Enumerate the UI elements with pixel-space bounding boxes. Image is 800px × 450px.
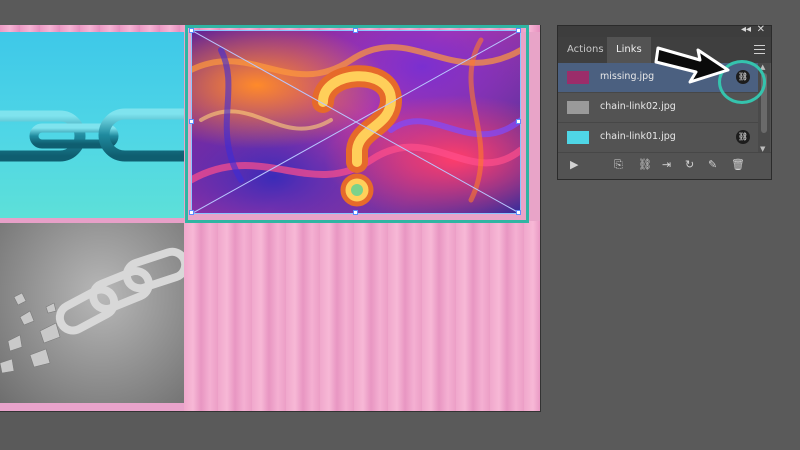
link-thumbnail (567, 101, 589, 114)
resize-handle-top-left[interactable] (189, 28, 194, 33)
chain-link02-image[interactable] (0, 223, 184, 403)
pink-background-image (184, 221, 540, 411)
panel-title-bar[interactable]: ◂◂ ✕ (558, 24, 771, 37)
tab-actions[interactable]: Actions (558, 37, 613, 63)
bounding-box[interactable] (191, 30, 521, 214)
relink-from-cc-icon[interactable]: ⎘ (614, 159, 623, 171)
link-thumbnail (567, 71, 589, 84)
play-icon[interactable]: ▶ (570, 159, 578, 171)
update-link-icon[interactable]: ↻ (685, 159, 694, 171)
resize-handle-bottom-left[interactable] (189, 210, 194, 215)
link-filename: missing.jpg (600, 71, 655, 82)
panel-menu-icon[interactable] (754, 45, 765, 57)
link-filename: chain-link01.jpg (600, 131, 676, 142)
resize-handle-right[interactable] (516, 119, 521, 124)
link-filename: chain-link02.jpg (600, 101, 676, 112)
go-to-link-icon[interactable]: ⇥ (662, 159, 671, 171)
link-thumbnail (567, 131, 589, 144)
tab-links[interactable]: Links (607, 37, 651, 63)
link-icon[interactable]: ⛓ (736, 130, 750, 144)
resize-handle-top[interactable] (353, 28, 358, 33)
bounding-box-cross (191, 30, 521, 214)
edit-original-icon[interactable]: ✎ (708, 159, 717, 171)
collapse-panel-icon[interactable]: ◂◂ (741, 24, 751, 35)
broken-chain-icon (0, 247, 184, 374)
resize-handle-top-right[interactable] (516, 28, 521, 33)
close-icon[interactable]: ✕ (757, 24, 765, 35)
links-toolbar: ▶ ⎘ ⛓ ⇥ ↻ ✎ 🗑 (558, 152, 771, 179)
resize-handle-bottom-right[interactable] (516, 210, 521, 215)
relink-icon[interactable]: ⛓ (638, 159, 652, 171)
delete-icon[interactable]: 🗑 (731, 159, 745, 171)
link-row-chain-link01[interactable]: chain-link01.jpg ⛓ (558, 123, 758, 153)
pointer-arrow-icon (654, 46, 730, 84)
chain-link01-image[interactable] (0, 32, 184, 218)
resize-handle-left[interactable] (189, 119, 194, 124)
resize-handle-bottom[interactable] (353, 210, 358, 215)
pink-strip-bottom (0, 403, 184, 411)
chain-icon (0, 108, 184, 162)
